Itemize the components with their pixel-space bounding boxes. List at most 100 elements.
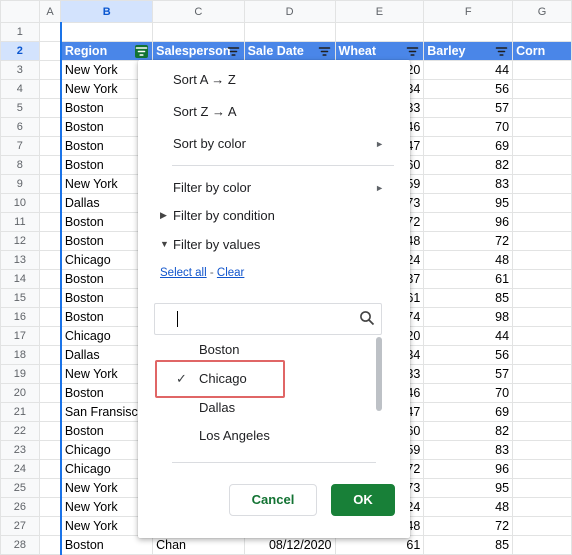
cell-region[interactable]: Boston [59, 535, 154, 555]
row-number[interactable]: 21 [0, 402, 40, 422]
value-option[interactable]: Dallas [138, 398, 368, 420]
cell[interactable] [38, 345, 62, 365]
cell[interactable] [38, 79, 62, 99]
cell[interactable] [334, 22, 425, 42]
row-number[interactable]: 2 [0, 41, 40, 61]
cell[interactable] [512, 497, 572, 517]
cell-barley[interactable]: 85 [423, 288, 514, 308]
cell[interactable] [512, 478, 572, 498]
cell[interactable] [38, 174, 62, 194]
row-number[interactable]: 6 [0, 117, 40, 137]
row-number[interactable]: 22 [0, 421, 40, 441]
cell[interactable] [243, 22, 336, 42]
column-header[interactable]: C [152, 0, 245, 23]
sort-z-a-item[interactable]: Sort Z → A [173, 102, 237, 122]
cell[interactable] [38, 193, 62, 213]
cell[interactable] [38, 421, 62, 441]
cell[interactable] [512, 193, 572, 213]
cell-barley[interactable]: 82 [423, 421, 514, 441]
filter-icon[interactable] [318, 45, 331, 58]
row-number[interactable]: 14 [0, 269, 40, 289]
cell-barley[interactable]: 70 [423, 117, 514, 137]
cell[interactable] [38, 136, 62, 156]
row-number[interactable]: 15 [0, 288, 40, 308]
row-number[interactable]: 13 [0, 250, 40, 270]
cell-barley[interactable]: 96 [423, 459, 514, 479]
cell[interactable] [512, 288, 572, 308]
filter-by-color-item[interactable]: Filter by color ► [173, 178, 398, 198]
row-number[interactable]: 11 [0, 212, 40, 232]
cell-barley[interactable]: 83 [423, 174, 514, 194]
clear-link[interactable]: Clear [217, 267, 244, 279]
cell[interactable] [38, 41, 62, 61]
cell[interactable] [38, 98, 62, 118]
value-option[interactable]: ✓ Chicago [138, 369, 368, 391]
cell[interactable] [38, 155, 62, 175]
cell[interactable] [512, 269, 572, 289]
cell[interactable] [512, 516, 572, 536]
row-number[interactable]: 23 [0, 440, 40, 460]
row-number[interactable]: 10 [0, 193, 40, 213]
cell[interactable] [38, 535, 62, 555]
row-number[interactable]: 26 [0, 497, 40, 517]
select-all-link[interactable]: Select all [160, 267, 207, 279]
cell[interactable] [512, 250, 572, 270]
cell[interactable] [38, 250, 62, 270]
cell[interactable] [512, 345, 572, 365]
sort-a-z-item[interactable]: Sort A → Z [173, 70, 236, 90]
sort-by-color-item[interactable]: Sort by color ► [173, 134, 398, 154]
row-number[interactable]: 9 [0, 174, 40, 194]
cell-barley[interactable]: 61 [423, 269, 514, 289]
header-cell[interactable]: Barley [423, 41, 514, 61]
cell[interactable] [38, 212, 62, 232]
cell[interactable] [423, 22, 514, 42]
cell-barley[interactable]: 85 [423, 535, 514, 555]
cell-barley[interactable]: 48 [423, 250, 514, 270]
cell[interactable] [38, 402, 62, 422]
cell-barley[interactable]: 98 [423, 307, 514, 327]
header-cell[interactable]: Corn [512, 41, 572, 61]
cell[interactable] [38, 478, 62, 498]
cell[interactable] [38, 326, 62, 346]
cell-barley[interactable]: 56 [423, 79, 514, 99]
cell-barley[interactable]: 57 [423, 98, 514, 118]
cell-barley[interactable]: 70 [423, 383, 514, 403]
cell[interactable] [38, 516, 62, 536]
cell-barley[interactable]: 95 [423, 193, 514, 213]
cell[interactable] [512, 212, 572, 232]
cell[interactable] [38, 231, 62, 251]
cell[interactable] [38, 22, 62, 42]
cell[interactable] [512, 440, 572, 460]
cell[interactable] [512, 117, 572, 137]
cell-barley[interactable]: 48 [423, 497, 514, 517]
cell[interactable] [512, 383, 572, 403]
header-cell[interactable]: Sale Date [243, 41, 336, 61]
cell[interactable] [38, 117, 62, 137]
cell-barley[interactable]: 44 [423, 326, 514, 346]
column-header[interactable]: E [334, 0, 425, 23]
cell[interactable] [38, 497, 62, 517]
cancel-button[interactable]: Cancel [229, 484, 317, 516]
cell[interactable] [38, 307, 62, 327]
cell[interactable] [38, 60, 62, 80]
cell[interactable] [512, 155, 572, 175]
column-header[interactable]: F [423, 0, 514, 23]
column-header[interactable] [0, 0, 40, 23]
row-number[interactable]: 17 [0, 326, 40, 346]
cell-barley[interactable]: 72 [423, 516, 514, 536]
expand-arrow-icon[interactable]: ▶ [160, 210, 167, 221]
cell-barley[interactable]: 69 [423, 402, 514, 422]
filter-icon[interactable] [135, 45, 149, 58]
row-number[interactable]: 27 [0, 516, 40, 536]
cell-barley[interactable]: 69 [423, 136, 514, 156]
cell[interactable] [152, 22, 245, 42]
cell-barley[interactable]: 95 [423, 478, 514, 498]
cell[interactable] [59, 22, 154, 42]
cell[interactable] [512, 364, 572, 384]
column-header[interactable]: G [512, 0, 572, 23]
cell[interactable] [38, 440, 62, 460]
cell-barley[interactable]: 96 [423, 212, 514, 232]
cell-barley[interactable]: 56 [423, 345, 514, 365]
cell[interactable] [512, 307, 572, 327]
cell-barley[interactable]: 83 [423, 440, 514, 460]
